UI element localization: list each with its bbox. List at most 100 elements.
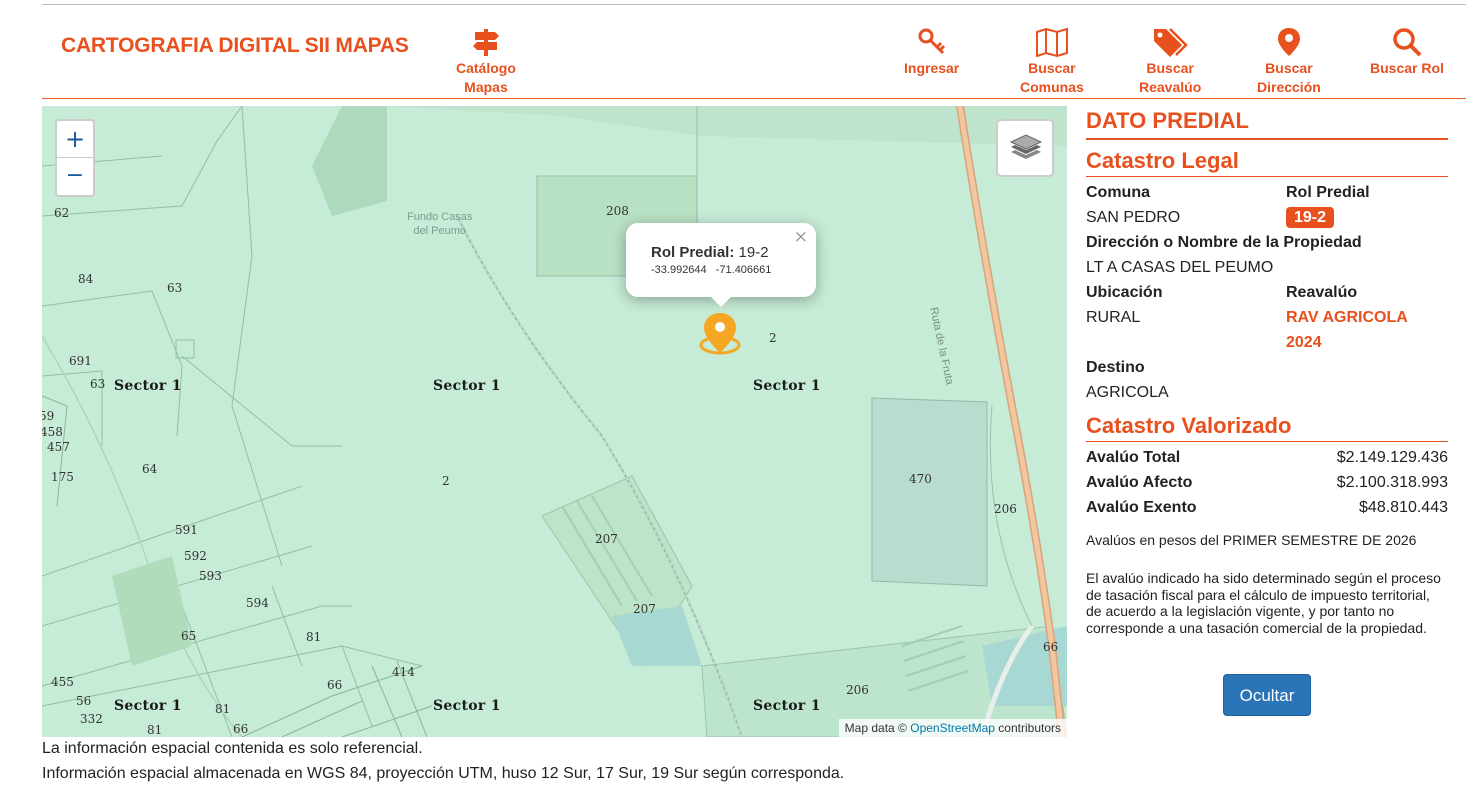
nav-buscar-rol[interactable]: Buscar Rol [1370,27,1444,78]
map-pin-icon [1277,28,1300,56]
parcel-label: 594 [246,596,269,610]
nav-buscar-direccion[interactable]: Buscar Dirección [1257,27,1321,97]
avaluo-exento-value: $48.810.443 [1359,499,1448,516]
map-popup: × Rol Predial: 19-2 -33.992644 -71.40666… [626,223,816,307]
attribution-prefix: Map data © [844,721,907,735]
row-labels-1: Comuna Rol Predial [1086,184,1448,209]
parcel-label: 66 [233,722,249,736]
nav-ingresar[interactable]: Ingresar [904,27,959,78]
place-name: Fundo Casas del Peumo [407,210,472,238]
reavaluo-value-line2[interactable]: 2024 [1286,334,1322,352]
parcel-label: 592 [184,549,207,563]
row-labels-2: Ubicación Reavalúo [1086,284,1448,309]
parcel-label: 2 [442,474,450,488]
rol-predial-badge: 19-2 [1286,207,1335,228]
parcel-label: 59 [42,409,55,423]
avaluo-total-value: $2.149.129.436 [1336,449,1448,466]
nav-buscar-comunas-line1: Buscar [1028,60,1076,76]
map-marker [699,313,741,355]
nav-catalogo-mapas[interactable]: Catálogo Mapas [456,27,516,97]
magnifier-icon [1393,28,1422,57]
parcel-label: 691 [69,354,92,368]
dato-predial-panel: DATO PREDIAL Catastro Legal Comuna Rol P… [1086,106,1448,716]
comuna-value: SAN PEDRO [1086,209,1181,226]
destino-label: Destino [1086,359,1145,376]
avaluo-total-row: Avalúo Total $2.149.129.436 [1086,449,1448,474]
nav-buscar-direccion-line1: Buscar [1265,60,1313,76]
parcel-label: 207 [633,602,656,616]
popup-coords: -33.992644 -71.406661 [651,264,771,276]
parcel-label: 56 [76,694,92,708]
row-values-2: RURAL RAV AGRICOLA [1086,309,1448,334]
map-icon [1035,27,1068,57]
nav-ingresar-label: Ingresar [904,60,960,76]
catastro-legal-title: Catastro Legal [1086,148,1448,177]
key-icon [918,28,945,55]
parcel-label: 63 [167,281,183,295]
attribution-suffix: contributors [998,721,1061,735]
popup-close-button[interactable]: × [794,227,808,247]
openstreetmap-link[interactable]: OpenStreetMap [910,721,995,735]
popup-lon: -71.406661 [715,264,772,276]
popup-rol-value: 19-2 [738,244,769,261]
panel-title: DATO PREDIAL [1086,106,1448,140]
nav-catalogo-line2: Mapas [464,79,508,95]
zoom-in-button[interactable]: + [57,121,93,158]
map-canvas[interactable]: Fundo Casas del Peumo Ruta de la Fruta S… [42,106,1067,737]
avaluo-exento-row: Avalúo Exento $48.810.443 [1086,499,1448,524]
row-direccion-value: LT A CASAS DEL PEUMO [1086,259,1448,284]
nav-buscar-direccion-line2: Dirección [1257,79,1321,95]
sector-label: Sector 1 [114,698,182,714]
ubicacion-value: RURAL [1086,309,1141,326]
parcel-label: 455 [51,675,74,689]
signpost-icon [472,29,499,56]
nav-buscar-comunas-line2: Comunas [1020,79,1084,95]
row-values-1: SAN PEDRO 19-2 [1086,207,1448,234]
parcel-label: 63 [90,377,106,391]
row-destino-label: Destino [1086,359,1448,384]
nav-catalogo-line1: Catálogo [456,60,516,76]
zoom-out-button[interactable]: − [57,158,93,195]
parcel-label: 84 [78,272,94,286]
avaluo-total-label: Avalúo Total [1086,449,1181,466]
parcel-label: 2 [769,331,777,345]
semester-note: Avalúos en pesos del PRIMER SEMESTRE DE … [1086,532,1417,548]
nav-buscar-comunas[interactable]: Buscar Comunas [1020,27,1084,97]
nav-buscar-reavaluo-line1: Buscar [1146,60,1194,76]
header: CARTOGRAFIA DIGITAL SII MAPAS Catálogo M… [42,5,1466,99]
layers-button[interactable] [996,119,1054,177]
sector-label: Sector 1 [433,698,501,714]
parcel-label: 175 [51,470,74,484]
footnote-wgs84: Información espacial almacenada en WGS 8… [42,765,845,782]
parcel-label: 206 [846,683,869,697]
sector-label: Sector 1 [433,378,501,394]
parcel-label: 81 [306,630,322,644]
ocultar-button[interactable]: Ocultar [1223,674,1311,716]
sector-label: Sector 1 [753,698,821,714]
parcel-label: 332 [80,712,103,726]
popup-rol-label: Rol Predial: [651,244,735,261]
destino-value: AGRICOLA [1086,384,1169,401]
parcel-label: 207 [595,532,618,546]
avaluo-afecto-row: Avalúo Afecto $2.100.318.993 [1086,474,1448,499]
avaluo-afecto-value: $2.100.318.993 [1336,474,1448,491]
place-name-line2: del Peumo [413,225,467,237]
footnote-referencial: La información espacial contenida es sol… [42,740,423,757]
direccion-label: Dirección o Nombre de la Propiedad [1086,234,1362,251]
brand-title[interactable]: CARTOGRAFIA DIGITAL SII MAPAS [61,34,409,58]
avaluo-afecto-label: Avalúo Afecto [1086,474,1193,491]
row-values-2b: 2024 [1086,334,1448,359]
parcel-label: 470 [909,472,932,486]
popup-lat: -33.992644 [651,264,707,276]
reavaluo-label: Reavalúo [1286,284,1358,301]
nav-buscar-reavaluo[interactable]: Buscar Reavalúo [1139,27,1201,97]
ubicacion-label: Ubicación [1086,284,1163,301]
avaluo-exento-label: Avalúo Exento [1086,499,1197,516]
reavaluo-value-line1[interactable]: RAV AGRICOLA [1286,309,1408,327]
parcel-label: 414 [392,665,415,679]
parcel-label: 206 [994,502,1017,516]
place-name-line1: Fundo Casas [407,211,473,223]
nav-buscar-reavaluo-line2: Reavalúo [1139,79,1202,95]
parcel-label: 65 [181,629,197,643]
parcel-label: 591 [175,523,198,537]
